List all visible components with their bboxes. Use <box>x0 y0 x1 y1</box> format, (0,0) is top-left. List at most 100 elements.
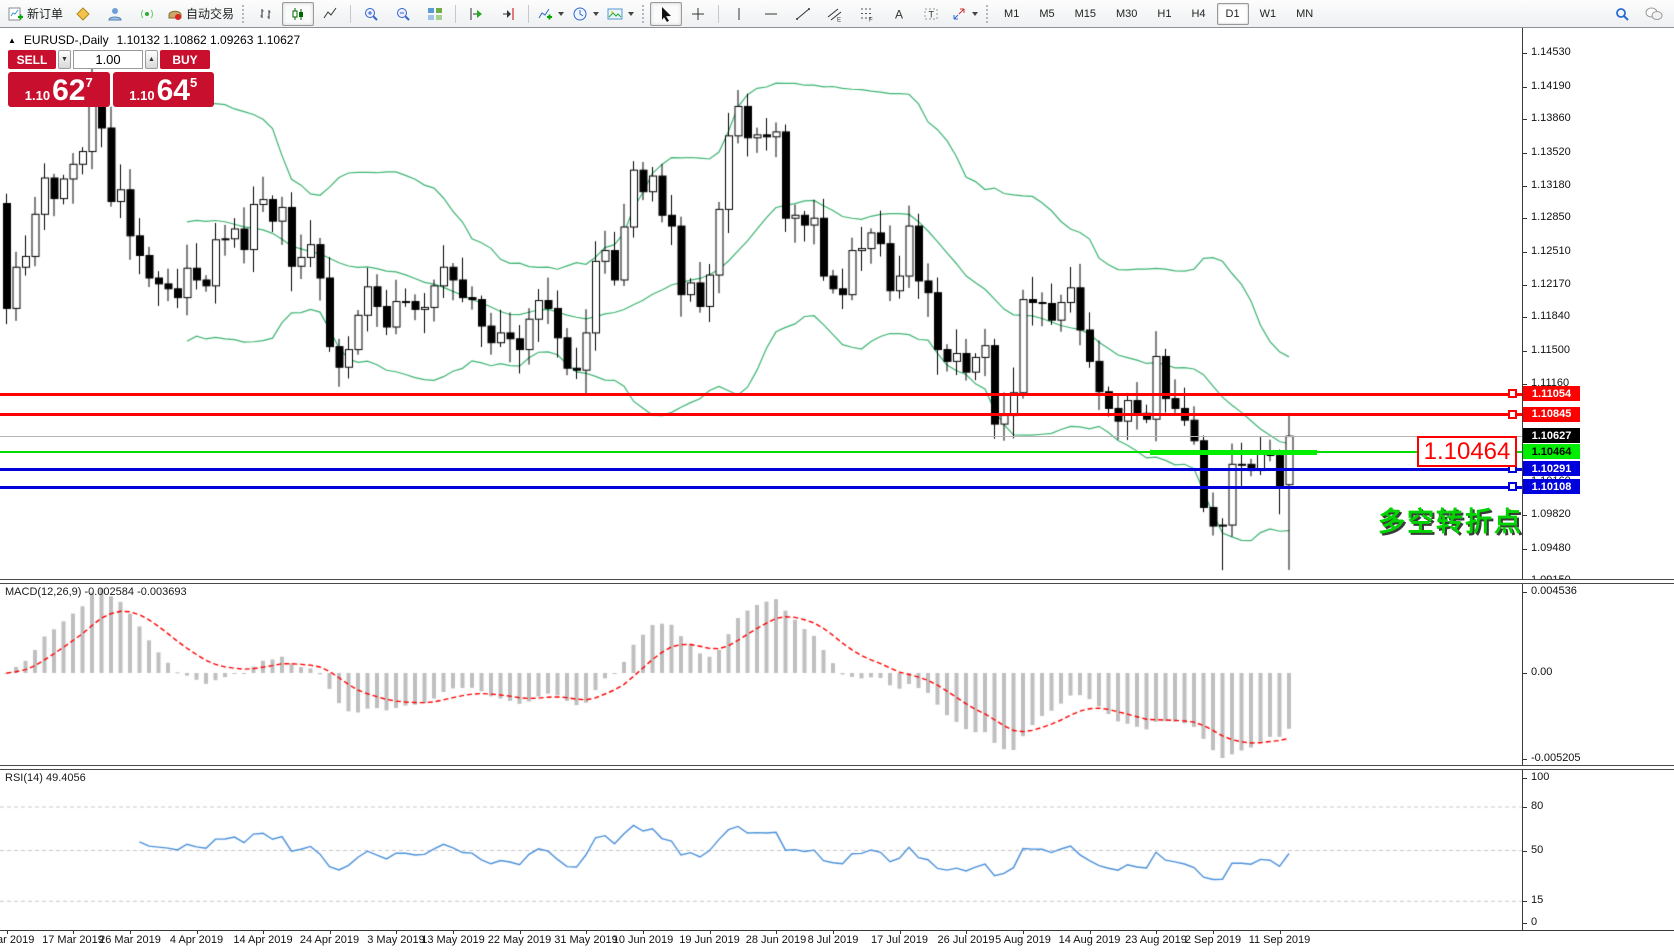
price-tick: 1.09820 <box>1531 508 1571 520</box>
chart-shift-button[interactable] <box>492 2 524 26</box>
toolbar-separator <box>528 5 529 23</box>
toolbar-grip <box>986 5 990 23</box>
text-label-button[interactable]: T <box>915 2 947 26</box>
fibonacci-button[interactable]: F <box>851 2 883 26</box>
auto-trading-button[interactable]: 自动交易 <box>163 2 238 26</box>
price-tick: 1.13520 <box>1531 146 1571 158</box>
timeframe-w1[interactable]: W1 <box>1251 3 1286 25</box>
line-chart-button[interactable] <box>314 2 346 26</box>
macd-indicator-label: MACD(12,26,9) -0.002584 -0.003693 <box>5 586 187 598</box>
price-tick: 1.12170 <box>1531 278 1571 290</box>
vertical-line-button[interactable] <box>723 2 755 26</box>
level-line-1.10291[interactable] <box>0 468 1522 471</box>
lot-increase-button[interactable]: ▲ <box>145 50 158 69</box>
chart-shift-icon <box>500 6 516 22</box>
fibonacci-icon: F <box>859 6 875 22</box>
time-axis-border[interactable] <box>0 930 1674 931</box>
crosshair-button[interactable] <box>682 2 714 26</box>
auto-scroll-button[interactable] <box>460 2 492 26</box>
zoom-in-button[interactable] <box>355 2 387 26</box>
search-button[interactable] <box>1606 2 1638 26</box>
bar-chart-button[interactable] <box>250 2 282 26</box>
candlestick-chart-button[interactable] <box>282 2 314 26</box>
lot-size-input[interactable] <box>73 50 143 69</box>
text-label-icon: T <box>923 6 939 22</box>
timeframe-mn[interactable]: MN <box>1287 3 1322 25</box>
sell-price-button[interactable]: 1.10 62 7 <box>8 72 110 107</box>
line-anchor-marker <box>1508 410 1517 419</box>
panel-collapse-icon[interactable]: ▲ <box>8 36 16 45</box>
macd-pane-splitter[interactable] <box>0 579 1674 584</box>
level-line-1.10845[interactable] <box>0 413 1522 416</box>
buy-price-button[interactable]: 1.10 64 5 <box>113 72 215 107</box>
zoom-out-button[interactable] <box>387 2 419 26</box>
price-tag-1.10291: 1.10291 <box>1523 461 1580 476</box>
date-tick: 26 Jul 2019 <box>938 934 995 946</box>
arrows-button[interactable] <box>947 2 982 26</box>
timeframe-h1[interactable]: H1 <box>1148 3 1180 25</box>
price-tag-1.11054: 1.11054 <box>1523 386 1580 401</box>
price-tick: 1.14190 <box>1531 80 1571 92</box>
indicators-add-icon <box>537 6 553 22</box>
horizontal-line-button[interactable] <box>755 2 787 26</box>
rsi-indicator-label: RSI(14) 49.4056 <box>5 772 86 784</box>
ohlc-values: 1.10132 1.10862 1.09263 1.10627 <box>117 33 301 47</box>
new-order-icon <box>8 6 24 22</box>
trendline-button[interactable] <box>787 2 819 26</box>
timeframe-m30[interactable]: M30 <box>1107 3 1146 25</box>
indicators-button[interactable] <box>533 2 568 26</box>
market-watch-button[interactable] <box>67 2 99 26</box>
cursor-button[interactable] <box>650 2 682 26</box>
text-button[interactable]: A <box>883 2 915 26</box>
turning-point-annotation[interactable]: 多空转折点 <box>1378 500 1523 539</box>
timeframe-bar: M1M5M15M30H1H4D1W1MN <box>994 3 1323 25</box>
dropdown-caret-icon <box>558 12 564 16</box>
price-annotation-box[interactable]: 1.10464 <box>1417 436 1517 467</box>
lot-decrease-button[interactable]: ▼ <box>58 50 71 69</box>
price-tick: 1.12510 <box>1531 245 1571 257</box>
templates-button[interactable] <box>603 2 638 26</box>
price-tag-1.10464: 1.10464 <box>1523 444 1580 459</box>
navigator-button[interactable] <box>99 2 131 26</box>
level-line-1.11054[interactable] <box>0 393 1522 396</box>
sell-price-fraction: 7 <box>85 75 92 90</box>
timeframe-d1[interactable]: D1 <box>1217 3 1249 25</box>
toolbar-separator <box>718 5 719 23</box>
timeframe-h4[interactable]: H4 <box>1182 3 1214 25</box>
rsi-tick: 100 <box>1531 771 1549 783</box>
level-line-1.10108[interactable] <box>0 486 1522 489</box>
date-tick: 7 Mar 2019 <box>0 934 34 946</box>
price-tick: 1.13180 <box>1531 179 1571 191</box>
date-tick: 14 Aug 2019 <box>1059 934 1121 946</box>
tile-windows-button[interactable] <box>419 2 451 26</box>
equidistant-channel-button[interactable]: E <box>819 2 851 26</box>
timeframe-m1[interactable]: M1 <box>995 3 1028 25</box>
price-tick: 1.09480 <box>1531 542 1571 554</box>
timeframe-m5[interactable]: M5 <box>1030 3 1063 25</box>
horizontal-line-icon <box>763 6 779 22</box>
one-click-trading-panel: SELL ▼ ▲ BUY 1.10 62 7 1.10 64 5 <box>8 50 214 107</box>
date-tick: 13 May 2019 <box>421 934 485 946</box>
price-tick: 1.11840 <box>1531 310 1570 322</box>
trendline-icon <box>795 6 811 22</box>
support-zone-segment[interactable] <box>1150 450 1317 455</box>
svg-text:A: A <box>895 7 903 21</box>
timeframe-m15[interactable]: M15 <box>1066 3 1105 25</box>
toolbar-separator <box>455 5 456 23</box>
market-watch-icon <box>75 6 91 22</box>
buy-button[interactable]: BUY <box>160 50 210 69</box>
date-tick: 17 Jul 2019 <box>871 934 928 946</box>
chat-button[interactable] <box>1638 2 1670 26</box>
macd-tick: 0.004536 <box>1531 585 1577 597</box>
rsi-tick: 50 <box>1531 844 1543 856</box>
line-anchor-marker <box>1508 482 1517 491</box>
rsi-pane-splitter[interactable] <box>0 765 1674 770</box>
sell-button[interactable]: SELL <box>8 50 56 69</box>
periods-button[interactable] <box>568 2 603 26</box>
channel-icon: E <box>827 6 843 22</box>
date-tick: 2 Sep 2019 <box>1185 934 1241 946</box>
new-order-button[interactable]: 新订单 <box>4 2 67 26</box>
sell-price-pips: 62 <box>52 75 85 107</box>
price-tick: 1.13860 <box>1531 112 1571 124</box>
signals-button[interactable] <box>131 2 163 26</box>
